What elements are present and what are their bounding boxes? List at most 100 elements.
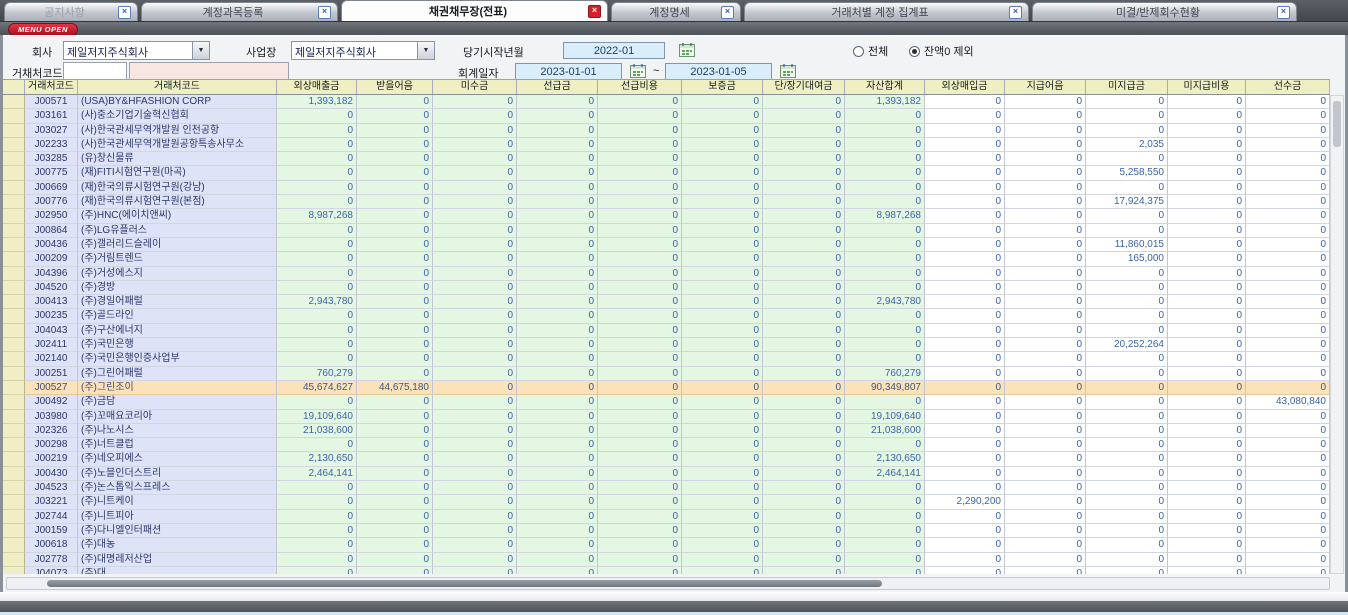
amount-cell[interactable]: 0 [925, 209, 1005, 223]
table-row[interactable]: J04043(주)구산에너지0000000000000 [3, 324, 1330, 338]
vendor-code-cell[interactable]: J00251 [25, 367, 78, 381]
amount-cell[interactable]: 0 [1168, 152, 1246, 166]
amount-cell[interactable]: 0 [763, 281, 845, 295]
amount-cell[interactable]: 0 [1246, 309, 1330, 323]
amount-cell[interactable]: 0 [763, 295, 845, 309]
amount-cell[interactable]: 0 [1246, 424, 1330, 438]
amount-cell[interactable]: 0 [1168, 309, 1246, 323]
amount-cell[interactable]: 0 [433, 138, 517, 152]
row-selector[interactable] [3, 524, 25, 538]
amount-cell[interactable]: 0 [1005, 510, 1086, 524]
amount-cell[interactable]: 0 [845, 395, 925, 409]
amount-cell[interactable]: 0 [1086, 181, 1168, 195]
table-row[interactable]: J00235(주)골드라인0000000000000 [3, 309, 1330, 323]
amount-cell[interactable]: 2,943,780 [845, 295, 925, 309]
amount-cell[interactable]: 0 [1246, 138, 1330, 152]
vendor-code-cell[interactable]: J04396 [25, 267, 78, 281]
amount-cell[interactable]: 0 [925, 410, 1005, 424]
amount-cell[interactable]: 0 [845, 109, 925, 123]
amount-cell[interactable]: 0 [433, 424, 517, 438]
vendor-name-cell[interactable]: (주)거성에스지 [78, 267, 277, 281]
vendor-code-cell[interactable]: J04073 [25, 567, 78, 574]
row-selector[interactable] [3, 267, 25, 281]
amount-cell[interactable]: 0 [433, 495, 517, 509]
amount-cell[interactable]: 0 [925, 424, 1005, 438]
amount-cell[interactable]: 0 [1168, 295, 1246, 309]
period-start-field[interactable]: 2022-01 [563, 42, 665, 59]
amount-cell[interactable]: 0 [763, 109, 845, 123]
amount-cell[interactable]: 0 [845, 495, 925, 509]
amount-cell[interactable]: 0 [433, 209, 517, 223]
chevron-down-icon[interactable]: ▼ [417, 42, 434, 59]
amount-cell[interactable]: 0 [1246, 467, 1330, 481]
amount-cell[interactable]: 0 [925, 352, 1005, 366]
amount-cell[interactable]: 0 [357, 467, 433, 481]
amount-cell[interactable]: 0 [763, 410, 845, 424]
amount-cell[interactable]: 0 [1246, 495, 1330, 509]
amount-cell[interactable]: 0 [1246, 124, 1330, 138]
amount-cell[interactable]: 0 [277, 538, 357, 552]
vendor-code-cell[interactable]: J04523 [25, 481, 78, 495]
amount-cell[interactable]: 0 [1168, 567, 1246, 574]
amount-cell[interactable]: 0 [682, 238, 763, 252]
amount-cell[interactable]: 0 [357, 510, 433, 524]
row-selector[interactable] [3, 467, 25, 481]
amount-cell[interactable]: 0 [1086, 295, 1168, 309]
amount-cell[interactable]: 2,035 [1086, 138, 1168, 152]
amount-cell[interactable]: 0 [517, 524, 598, 538]
amount-cell[interactable]: 0 [1246, 324, 1330, 338]
tab-1[interactable]: 계정과목등록× [141, 2, 338, 21]
vendor-code-cell[interactable]: J00219 [25, 452, 78, 466]
amount-cell[interactable]: 17,924,375 [1086, 195, 1168, 209]
amount-cell[interactable]: 0 [682, 510, 763, 524]
amount-cell[interactable]: 0 [1168, 267, 1246, 281]
row-selector[interactable] [3, 195, 25, 209]
amount-cell[interactable]: 0 [598, 109, 682, 123]
amount-cell[interactable]: 0 [925, 109, 1005, 123]
amount-cell[interactable]: 0 [1246, 224, 1330, 238]
radio-all-dot[interactable] [853, 46, 864, 57]
amount-cell[interactable]: 21,038,600 [845, 424, 925, 438]
amount-cell[interactable]: 0 [1005, 195, 1086, 209]
amount-cell[interactable]: 0 [682, 410, 763, 424]
amount-cell[interactable]: 0 [1086, 309, 1168, 323]
table-row[interactable]: J00209(주)거림트렌드0000000000165,00000 [3, 252, 1330, 266]
amount-cell[interactable]: 0 [763, 267, 845, 281]
amount-cell[interactable]: 0 [357, 452, 433, 466]
amount-cell[interactable]: 0 [1246, 109, 1330, 123]
amount-cell[interactable]: 0 [433, 281, 517, 295]
amount-cell[interactable]: 0 [925, 538, 1005, 552]
amount-cell[interactable]: 0 [357, 295, 433, 309]
row-selector[interactable] [3, 224, 25, 238]
radio-exclude-zero[interactable]: 잔액0 제외 [909, 43, 974, 59]
tab-0[interactable]: 공지사항× [4, 2, 138, 21]
amount-cell[interactable]: 0 [1168, 467, 1246, 481]
vendor-name-cell[interactable]: (유)창신물류 [78, 152, 277, 166]
amount-cell[interactable]: 0 [1005, 381, 1086, 395]
table-row[interactable]: J02233(사)한국관세무역개발원공항특송사무소00000000002,035… [3, 138, 1330, 152]
amount-cell[interactable]: 0 [925, 181, 1005, 195]
amount-cell[interactable]: 0 [763, 95, 845, 109]
amount-cell[interactable]: 0 [433, 438, 517, 452]
amount-cell[interactable]: 0 [598, 452, 682, 466]
amount-cell[interactable]: 0 [433, 224, 517, 238]
amount-cell[interactable]: 2,130,650 [277, 452, 357, 466]
vendor-name-cell[interactable]: (주)그린어패럴 [78, 367, 277, 381]
amount-cell[interactable]: 0 [925, 481, 1005, 495]
amount-cell[interactable]: 0 [763, 338, 845, 352]
amount-cell[interactable]: 0 [1086, 352, 1168, 366]
amount-cell[interactable]: 0 [1086, 124, 1168, 138]
vendor-name-cell[interactable]: (주)국민은행 [78, 338, 277, 352]
amount-cell[interactable]: 0 [598, 467, 682, 481]
amount-cell[interactable]: 0 [1168, 395, 1246, 409]
amount-cell[interactable]: 0 [1005, 553, 1086, 567]
amount-cell[interactable]: 0 [682, 181, 763, 195]
table-row[interactable]: J00298(주)너트클럽0000000000000 [3, 438, 1330, 452]
vendor-name-cell[interactable]: (주)갤러리드슬레이 [78, 238, 277, 252]
amount-cell[interactable]: 0 [517, 395, 598, 409]
amount-cell[interactable]: 1,393,182 [845, 95, 925, 109]
calendar-icon[interactable] [780, 63, 796, 78]
vendor-code-cell[interactable]: J02233 [25, 138, 78, 152]
row-selector[interactable] [3, 553, 25, 567]
amount-cell[interactable]: 0 [763, 495, 845, 509]
